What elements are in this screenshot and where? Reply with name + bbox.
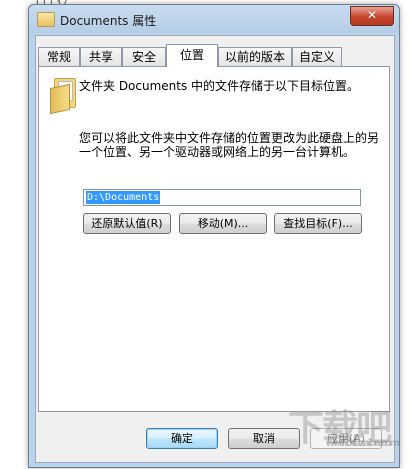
title-bar[interactable]: Documents 属性 ✕ [29, 5, 399, 35]
properties-window: Documents 属性 ✕ 常规 共享 安全 位置 以前的版本 自定义 文件夹… [28, 4, 400, 468]
location-path-input[interactable]: D:\Documents [83, 189, 361, 206]
tab-previous-versions[interactable]: 以前的版本 [218, 47, 292, 66]
find-target-button[interactable]: 查找目标(F)... [274, 213, 362, 234]
apply-button[interactable]: 应用(A) [310, 428, 382, 449]
tab-strip: 常规 共享 安全 位置 以前的版本 自定义 [38, 44, 392, 67]
move-button[interactable]: 移动(M)... [179, 213, 267, 234]
ok-button[interactable]: 确定 [146, 428, 218, 449]
tab-customize[interactable]: 自定义 [292, 47, 342, 66]
window-title: Documents 属性 [60, 14, 157, 28]
tab-security[interactable]: 安全 [122, 47, 166, 66]
cancel-button[interactable]: 取消 [228, 428, 300, 449]
location-path-value: D:\Documents [86, 191, 161, 204]
location-description: 文件夹 Documents 中的文件存储于以下目标位置。 [79, 79, 360, 93]
restore-default-button[interactable]: 还原默认值(R) [83, 213, 171, 234]
location-panel: 文件夹 Documents 中的文件存储于以下目标位置。 您可以将此文件夹中文件… [38, 66, 390, 412]
location-help-text: 您可以将此文件夹中文件存储的位置更改为此硬盘上的另一个位置、另一个驱动器或网络上… [79, 131, 380, 159]
close-button[interactable]: ✕ [350, 6, 394, 26]
tab-location[interactable]: 位置 [166, 44, 218, 67]
dialog-client-area: 常规 共享 安全 位置 以前的版本 自定义 文件夹 Documents 中的文件… [35, 35, 395, 463]
tab-general[interactable]: 常规 [38, 47, 80, 66]
tab-sharing[interactable]: 共享 [80, 47, 122, 66]
folder-icon [37, 12, 55, 27]
documents-folder-icon [50, 78, 76, 115]
